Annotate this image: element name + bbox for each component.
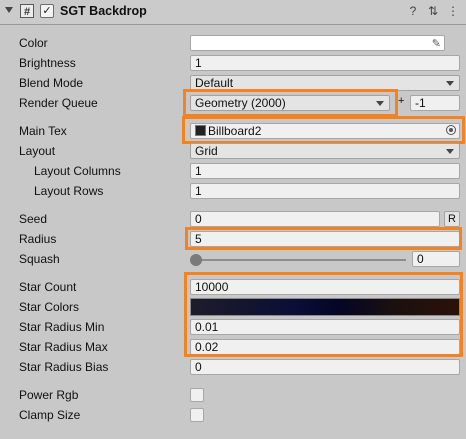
- main-tex-label: Main Tex: [19, 124, 67, 138]
- layout-dropdown[interactable]: Grid: [190, 143, 460, 159]
- layout-columns-label: Layout Columns: [34, 164, 121, 178]
- render-queue-plus: +: [398, 95, 405, 107]
- layout-label: Layout: [19, 144, 56, 158]
- foldout-arrow-icon[interactable]: [5, 7, 13, 13]
- layout-rows-input[interactable]: 1: [190, 183, 460, 199]
- brightness-label: Brightness: [19, 56, 76, 70]
- color-field[interactable]: ✎: [190, 35, 445, 51]
- brightness-input[interactable]: 1: [190, 55, 460, 71]
- star-radius-bias-input[interactable]: 0: [190, 359, 460, 375]
- power-rgb-checkbox[interactable]: [190, 388, 204, 402]
- help-icon[interactable]: ?: [406, 4, 420, 18]
- seed-label: Seed: [19, 212, 48, 226]
- seed-input[interactable]: 0: [190, 211, 440, 227]
- star-colors-label: Star Colors: [19, 300, 80, 314]
- squash-label: Squash: [19, 252, 60, 266]
- eyedropper-icon[interactable]: ✎: [432, 37, 441, 50]
- highlight-render-queue: [183, 89, 398, 117]
- component-menu-icon[interactable]: ⋮: [446, 4, 460, 18]
- layout-value: Grid: [195, 144, 218, 158]
- squash-slider-track[interactable]: [196, 259, 406, 261]
- squash-input[interactable]: 0: [412, 251, 460, 267]
- component-header: # ✓ SGT Backdrop ? ⇅ ⋮: [0, 0, 466, 25]
- star-radius-bias-label: Star Radius Bias: [19, 360, 109, 374]
- color-label: Color: [19, 36, 48, 50]
- star-count-label: Star Count: [19, 280, 77, 294]
- layout-columns-input[interactable]: 1: [190, 163, 460, 179]
- squash-slider-thumb[interactable]: [190, 254, 202, 266]
- blend-mode-value: Default: [195, 76, 234, 90]
- component-title: SGT Backdrop: [60, 4, 147, 18]
- randomize-seed-button[interactable]: R: [444, 211, 460, 227]
- radius-label: Radius: [19, 232, 57, 246]
- highlight-main-tex: [182, 116, 465, 144]
- dropdown-arrow-icon: [446, 81, 454, 86]
- dropdown-arrow-icon: [446, 149, 454, 154]
- clamp-size-checkbox[interactable]: [190, 408, 204, 422]
- preset-settings-icon[interactable]: ⇅: [426, 4, 440, 18]
- blend-mode-label: Blend Mode: [19, 76, 84, 90]
- render-queue-offset-input[interactable]: -1: [410, 95, 460, 111]
- power-rgb-label: Power Rgb: [19, 388, 79, 402]
- clamp-size-label: Clamp Size: [19, 408, 81, 422]
- render-queue-label: Render Queue: [19, 96, 98, 110]
- layout-rows-label: Layout Rows: [34, 184, 104, 198]
- script-icon: #: [20, 4, 34, 18]
- star-radius-max-label: Star Radius Max: [19, 340, 108, 354]
- highlight-radius: [185, 227, 462, 250]
- star-radius-min-label: Star Radius Min: [19, 320, 105, 334]
- component-enabled-checkbox[interactable]: ✓: [40, 4, 54, 18]
- highlight-star-settings: [184, 272, 463, 357]
